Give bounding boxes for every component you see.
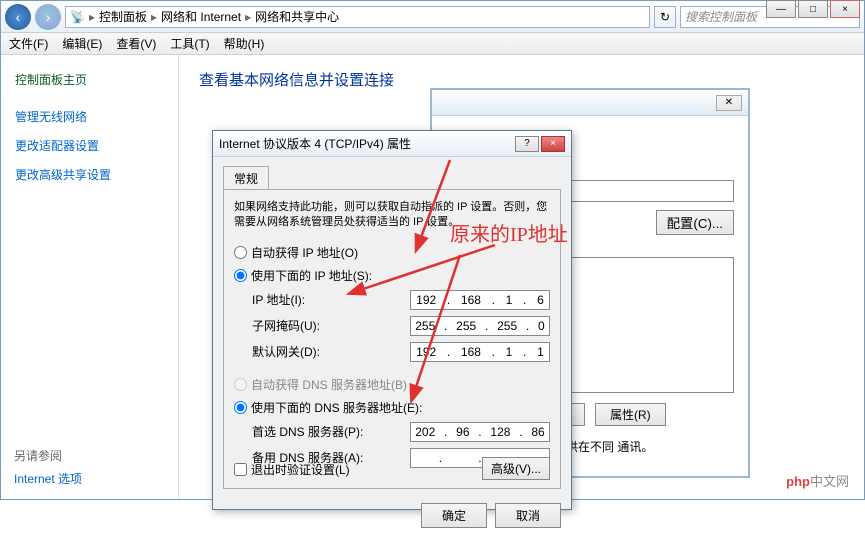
window-close-button[interactable]: × [830,0,860,18]
validate-checkbox-row[interactable]: 退出时验证设置(L) [234,461,350,478]
nav-forward-button[interactable]: › [35,4,61,30]
radio-auto-dns-input [234,378,247,391]
menu-help[interactable]: 帮助(H) [224,35,265,52]
menu-tools[interactable]: 工具(T) [170,35,209,52]
sidebar-link-internet-options[interactable]: Internet 选项 [14,467,82,490]
radio-manual-ip[interactable]: 使用下面的 IP 地址(S): [234,264,550,287]
dialog-title: Internet 协议版本 4 (TCP/IPv4) 属性 [219,135,411,152]
sidebar-link-wireless[interactable]: 管理无线网络 [1,102,178,131]
sidebar: 控制面板主页 管理无线网络 更改适配器设置 更改高级共享设置 另请参阅 Inte… [1,55,179,499]
sidebar-title: 控制面板主页 [1,65,178,94]
breadcrumb-item[interactable]: 网络和 Internet [161,8,241,25]
breadcrumb[interactable]: 📡 ▸ 控制面板 ▸ 网络和 Internet ▸ 网络和共享中心 [65,6,650,28]
sidebar-link-adapter[interactable]: 更改适配器设置 [1,131,178,160]
watermark-logo: php中文网 [776,467,859,494]
subnet-mask-label: 子网掩码(U): [252,317,320,334]
dialog-help-button[interactable]: ? [515,136,539,152]
breadcrumb-icon: 📡 [70,10,85,24]
radio-manual-dns[interactable]: 使用下面的 DNS 服务器地址(E): [234,396,550,419]
sidebar-see-also: 另请参阅 [14,444,82,467]
tcpip-properties-dialog: Internet 协议版本 4 (TCP/IPv4) 属性 ? × 常规 如果网… [212,130,572,510]
radio-auto-ip[interactable]: 自动获得 IP 地址(O) [234,241,550,264]
refresh-button[interactable]: ↻ [654,6,676,28]
sidebar-link-sharing[interactable]: 更改高级共享设置 [1,160,178,189]
ok-button[interactable]: 确定 [421,503,487,528]
menu-file[interactable]: 文件(F) [9,35,48,52]
radio-manual-ip-input[interactable] [234,269,247,282]
dns1-input[interactable]: 202. 96. 128. 86 [410,422,550,442]
navigation-bar: ‹ › 📡 ▸ 控制面板 ▸ 网络和 Internet ▸ 网络和共享中心 ↻ … [1,1,864,33]
panel-close-button[interactable]: ✕ [716,95,742,111]
ip-address-input[interactable]: 192. 168. 1. 6 [410,290,550,310]
gateway-label: 默认网关(D): [252,343,320,360]
menu-view[interactable]: 查看(V) [116,35,156,52]
breadcrumb-item[interactable]: 网络和共享中心 [255,8,339,25]
ip-address-label: IP 地址(I): [252,291,305,308]
advanced-button[interactable]: 高级(V)... [482,457,550,480]
dialog-titlebar[interactable]: Internet 协议版本 4 (TCP/IPv4) 属性 ? × [213,131,571,157]
radio-auto-ip-input[interactable] [234,246,247,259]
cancel-button[interactable]: 取消 [495,503,561,528]
menu-edit[interactable]: 编辑(E) [62,35,102,52]
menu-bar: 文件(F) 编辑(E) 查看(V) 工具(T) 帮助(H) [1,33,864,55]
gateway-input[interactable]: 192. 168. 1. 1 [410,342,550,362]
dns1-label: 首选 DNS 服务器(P): [252,423,363,440]
radio-auto-dns: 自动获得 DNS 服务器地址(B) [234,373,550,396]
instruction-text: 如果网络支持此功能，则可以获取自动指派的 IP 设置。否则，您需要从网络系统管理… [234,200,550,231]
radio-manual-dns-input[interactable] [234,401,247,414]
subnet-mask-input[interactable]: 255. 255. 255. 0 [410,316,550,336]
configure-button[interactable]: 配置(C)... [656,210,734,235]
validate-checkbox[interactable] [234,463,247,476]
breadcrumb-item[interactable]: 控制面板 [99,8,147,25]
window-maximize-button[interactable]: □ [798,0,828,18]
nav-back-button[interactable]: ‹ [5,4,31,30]
content-title: 查看基本网络信息并设置连接 [199,69,844,90]
tab-general[interactable]: 常规 [223,166,269,190]
dialog-close-button[interactable]: × [541,136,565,152]
properties-button[interactable]: 属性(R) [595,403,666,426]
window-minimize-button[interactable]: — [766,0,796,18]
